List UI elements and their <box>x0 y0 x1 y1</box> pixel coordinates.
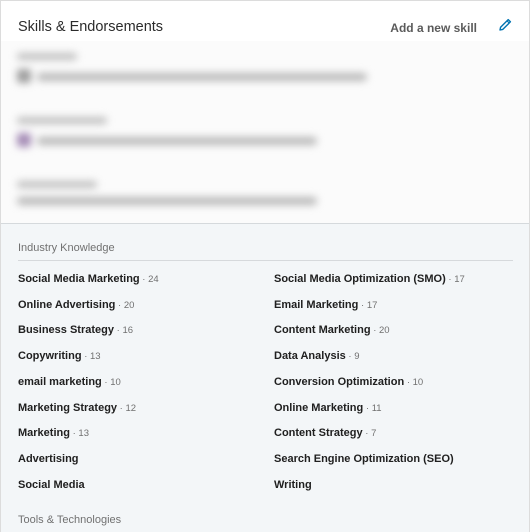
skill-name: Advertising <box>18 452 79 465</box>
blurred-skill-row <box>17 181 513 205</box>
skill-item[interactable]: Copywriting · 13 <box>18 350 101 362</box>
blurred-top-skills <box>1 41 529 223</box>
pencil-icon[interactable] <box>497 17 513 33</box>
separator-dot: · <box>362 428 372 440</box>
skill-name: Online Marketing <box>274 401 364 414</box>
skill-name: Search Engine Optimization (SEO) <box>274 452 454 465</box>
skill-item[interactable]: Advertising <box>18 453 79 465</box>
skill-item[interactable]: Social Media <box>18 479 85 491</box>
skill-name: Writing <box>274 478 312 491</box>
category-label: Industry Knowledge <box>18 242 115 254</box>
separator-dot: · <box>139 274 149 285</box>
endorsement-count: 17 <box>454 274 465 285</box>
endorsement-count: 20 <box>123 299 135 311</box>
skill-item[interactable]: Marketing Strategy · 12 <box>18 402 136 414</box>
skill-name: Online Advertising <box>18 298 116 311</box>
skill-item[interactable]: Search Engine Optimization (SEO) <box>274 453 454 465</box>
separator-dot: · <box>370 325 380 337</box>
skill-name: Marketing Strategy <box>18 401 118 414</box>
category-divider <box>18 260 513 261</box>
skill-item[interactable]: Data Analysis · 9 <box>274 350 360 362</box>
card-header: Skills & Endorsements Add a new skill <box>1 1 529 41</box>
skill-name: Social Media Optimization (SMO) <box>274 273 446 285</box>
skill-item[interactable]: Social Media Marketing · 24 <box>18 273 159 285</box>
skill-item[interactable]: email marketing · 10 <box>18 376 121 388</box>
endorsement-count: 9 <box>354 351 360 363</box>
skill-item[interactable]: Online Advertising · 20 <box>18 299 134 311</box>
skill-name: Conversion Optimization <box>274 375 405 388</box>
category-label: Tools & Technologies <box>18 514 122 526</box>
blurred-skill-row <box>17 53 513 83</box>
endorsement-count: 10 <box>110 376 121 388</box>
skill-name: Content Strategy <box>274 427 363 440</box>
endorsement-count: 7 <box>371 428 377 440</box>
skill-name: Business Strategy <box>18 324 114 337</box>
separator-dot: · <box>404 376 413 388</box>
endorsement-count: 13 <box>90 351 101 363</box>
skill-item[interactable]: Email Marketing · 17 <box>274 299 377 311</box>
section-title: Skills & Endorsements <box>18 19 164 35</box>
skill-item[interactable]: Content Strategy · 7 <box>274 427 376 439</box>
endorsement-count: 17 <box>366 299 378 311</box>
endorsement-count: 13 <box>78 428 89 440</box>
endorsement-count: 24 <box>148 274 159 285</box>
separator-dot: · <box>115 299 124 311</box>
skill-name: Email Marketing <box>274 298 359 311</box>
skill-name: email marketing <box>18 375 102 388</box>
endorsement-count: 16 <box>122 325 134 337</box>
endorsement-count: 10 <box>412 376 424 388</box>
skill-name: Content Marketing <box>274 324 371 337</box>
skill-name: Social Media Marketing <box>18 273 140 285</box>
separator-dot: · <box>81 351 91 363</box>
endorsement-count: 20 <box>379 325 390 337</box>
skill-item[interactable]: Social Media Optimization (SMO) · 17 <box>274 273 465 285</box>
skills-list-section: Industry Knowledge Social Media Marketin… <box>1 223 529 532</box>
skill-name: Social Media <box>18 478 85 491</box>
skill-item[interactable]: Marketing · 13 <box>18 427 89 439</box>
skill-item[interactable]: Conversion Optimization · 10 <box>274 376 423 388</box>
endorsement-count: 12 <box>125 402 137 414</box>
separator-dot: · <box>358 299 367 311</box>
add-skill-button[interactable]: Add a new skill <box>390 21 477 35</box>
skill-name: Marketing <box>18 427 70 440</box>
separator-dot: · <box>363 402 372 414</box>
skill-item[interactable]: Writing <box>274 479 312 491</box>
separator-dot: · <box>345 351 355 363</box>
skill-item[interactable]: Online Marketing · 11 <box>274 402 382 414</box>
separator-dot: · <box>101 376 111 388</box>
skill-item[interactable]: Business Strategy · 16 <box>18 324 133 336</box>
blurred-skill-row <box>17 117 513 147</box>
skills-card: Skills & Endorsements Add a new skill In… <box>0 0 530 532</box>
skill-item[interactable]: Content Marketing · 20 <box>274 324 390 336</box>
skill-name: Data Analysis <box>274 350 346 363</box>
endorsement-count: 11 <box>371 402 382 414</box>
skill-name: Copywriting <box>18 350 82 363</box>
separator-dot: · <box>445 274 455 285</box>
